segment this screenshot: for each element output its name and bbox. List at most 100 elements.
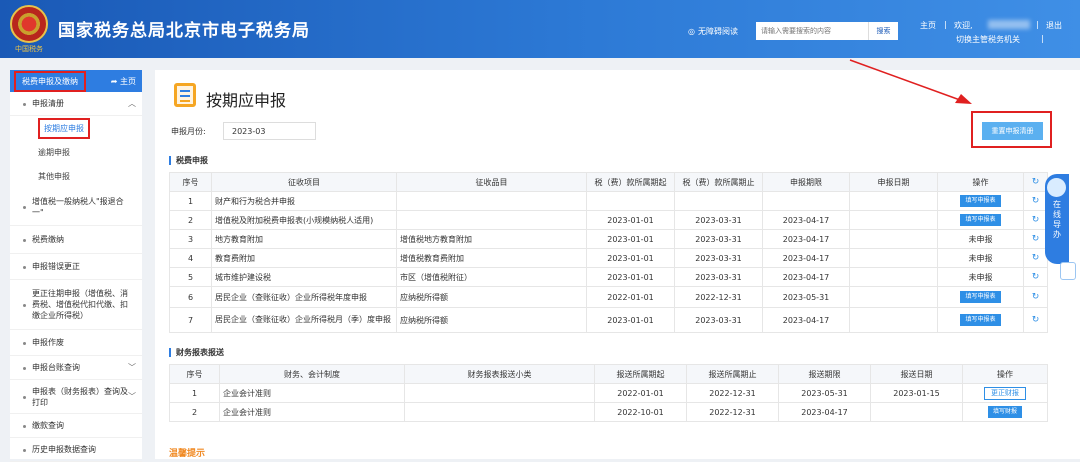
table-cell — [849, 210, 938, 230]
table-cell: 2023-01-15 — [870, 383, 963, 403]
sidebar-item-label: 增值税一般纳税人"报退合一" — [32, 196, 124, 217]
sidebar-item-void[interactable]: 申报作废 — [10, 330, 142, 356]
sidebar-item-label: 申报清册 — [32, 99, 64, 108]
fill-form-button[interactable]: 填写申报表 — [960, 214, 1001, 226]
column-header: 税（费）款所属期起 — [586, 172, 675, 192]
table-cell: 6 — [169, 286, 212, 308]
table-cell: 2023-01-01 — [586, 307, 675, 333]
table-cell: 城市维护建设税 — [211, 267, 397, 287]
sidebar-sub-other[interactable]: 其他申报 — [10, 164, 142, 188]
refresh-icon[interactable]: ↻ — [1023, 307, 1048, 333]
tax-section-title: 税费申报 — [169, 156, 208, 165]
table-cell: 企业会计准则 — [219, 383, 405, 403]
main-content: 按期应申报 申报月份: 重置申报清册 税费申报 序号 征收项目 征收品目 税（费… — [155, 70, 1080, 459]
accessibility-link[interactable]: ◎ 无障碍阅读 — [688, 26, 738, 37]
logout-link[interactable]: 退出 — [1046, 20, 1062, 31]
online-guide-panel[interactable]: 在线导办 — [1045, 174, 1069, 264]
chevron-down-icon: ﹀ — [128, 363, 136, 372]
table-row: 4 教育费附加 增值税教育费附加 2023-01-01 2023-03-31 2023-0… — [169, 248, 1048, 268]
tax-emblem-icon — [10, 5, 48, 43]
sidebar-home-link[interactable]: ➦ 主页 — [111, 76, 136, 87]
reset-list-button[interactable]: 重置申报清册 — [982, 122, 1043, 140]
header-separator: | — [1036, 20, 1039, 29]
search-button[interactable]: 搜索 — [868, 22, 898, 40]
table-cell: 财产和行为税合并申报 — [211, 191, 397, 211]
sidebar-item-report-print[interactable]: 申报表（财务报表）查询及打印 ﹀ — [10, 380, 142, 414]
table-row: 5 城市维护建设税 市区（增值税附征） 2023-01-01 2023-03-31 202… — [169, 267, 1048, 287]
refresh-icon[interactable]: ↻ — [1023, 210, 1048, 230]
sidebar-sub-overdue[interactable]: 逾期申报 — [10, 140, 142, 164]
table-cell: 应纳税所得额 — [396, 307, 587, 333]
online-guide-label: 在线导办 — [1052, 200, 1062, 240]
sidebar-item-error-correction[interactable]: 申报错误更正 — [10, 254, 142, 280]
sidebar-item-ledger-query[interactable]: 申报台账查询 ﹀ — [10, 356, 142, 380]
fill-form-button[interactable]: 填写申报表 — [960, 314, 1001, 326]
sidebar-item-payment-query[interactable]: 缴款查询 — [10, 414, 142, 438]
table-cell: 2023-04-17 — [762, 229, 850, 249]
fill-form-button[interactable]: 填写申报表 — [960, 195, 1001, 207]
user-service-icon[interactable] — [1060, 262, 1076, 280]
user-name-blurred — [988, 20, 1030, 29]
refresh-icon[interactable]: ↻ — [1023, 191, 1048, 211]
sidebar-item-label: 申报作废 — [32, 338, 64, 347]
sidebar-item-past-correction[interactable]: 更正往期申报（增值税、消费税、增值税代扣代缴、扣缴企业所得税） — [10, 280, 142, 330]
table-cell — [849, 267, 938, 287]
sidebar-item-label: 更正往期申报（增值税、消费税、增值税代扣代缴、扣缴企业所得税） — [32, 289, 128, 320]
column-header: 财务、会计制度 — [219, 364, 405, 384]
welcome-text: 欢迎, — [954, 21, 973, 30]
table-cell — [586, 191, 675, 211]
table-cell: 2022-12-31 — [686, 383, 779, 403]
sidebar-item-vat-refund[interactable]: 增值税一般纳税人"报退合一" — [10, 188, 142, 226]
action-cell: 填写财报 — [962, 402, 1048, 422]
sidebar-title[interactable]: 税费申报及缴纳 — [14, 70, 86, 92]
action-cell: 更正财报 — [962, 383, 1048, 403]
refresh-icon[interactable]: ↻ — [1023, 172, 1048, 192]
table-cell: 2023-04-17 — [778, 402, 871, 422]
month-field[interactable] — [223, 122, 316, 140]
sidebar-header: 税费申报及缴纳 ➦ 主页 — [10, 70, 142, 92]
refresh-icon[interactable]: ↻ — [1023, 248, 1048, 268]
search-input[interactable] — [756, 22, 868, 40]
table-cell: 1 — [169, 383, 220, 403]
refresh-icon[interactable]: ↻ — [1023, 267, 1048, 287]
table-cell — [674, 191, 763, 211]
fin-section-title: 财务报表报送 — [169, 348, 224, 357]
refresh-icon[interactable]: ↻ — [1023, 286, 1048, 308]
table-cell: 2023-04-17 — [762, 267, 850, 287]
table-cell: 2023-05-31 — [778, 383, 871, 403]
sidebar-item-history-query[interactable]: 历史申报数据查询 — [10, 438, 142, 462]
home-link[interactable]: 主页 — [920, 20, 936, 31]
table-cell: 2023-04-17 — [762, 248, 850, 268]
table-cell: 2023-01-01 — [586, 229, 675, 249]
sidebar-item-payment[interactable]: 税费缴纳 — [10, 226, 142, 254]
back-arrow-icon: ➦ — [110, 76, 118, 86]
table-cell — [762, 191, 850, 211]
table-cell: 地方教育附加 — [211, 229, 397, 249]
fill-report-button[interactable]: 填写财报 — [987, 406, 1022, 418]
table-cell — [849, 307, 938, 333]
table-cell: 未申报 — [937, 267, 1024, 287]
sidebar-sub-current[interactable]: 按期应申报 — [10, 116, 142, 140]
table-cell: 2022-12-31 — [686, 402, 779, 422]
sidebar-item-label: 缴款查询 — [32, 421, 64, 430]
switch-tax-office-link[interactable]: 切换主管税务机关 — [956, 34, 1020, 45]
table-cell: 市区（增值税附征） — [396, 267, 587, 287]
table-cell — [404, 383, 595, 403]
table-cell: 居民企业（查账征收）企业所得税年度申报 — [211, 286, 397, 308]
table-cell: 2023-01-01 — [586, 267, 675, 287]
table-cell: 2022-10-01 — [594, 402, 687, 422]
refresh-icon[interactable]: ↻ — [1023, 229, 1048, 249]
warm-tip-title: 温馨提示 — [169, 449, 206, 459]
column-header: 序号 — [169, 364, 220, 384]
chevron-down-icon: ﹀ — [128, 392, 136, 401]
fill-form-cell: 填写申报表 — [937, 210, 1024, 230]
table-cell: 2022-12-31 — [674, 286, 763, 308]
sidebar-item-declaration-list[interactable]: 申报清册 ︿ — [10, 92, 142, 116]
table-cell: 未申报 — [937, 248, 1024, 268]
table-row: 2 企业会计准则 2022-10-01 2022-12-31 2023-04-17 填写财… — [169, 402, 1048, 422]
fill-form-button[interactable]: 填写申报表 — [960, 291, 1001, 303]
correct-report-button[interactable]: 更正财报 — [984, 386, 1026, 400]
sidebar-item-label: 税费缴纳 — [32, 235, 64, 244]
tax-table: 序号 征收项目 征收品目 税（费）款所属期起 税（费）款所属期止 申报期限 申报… — [169, 172, 1048, 333]
table-cell — [396, 191, 587, 211]
